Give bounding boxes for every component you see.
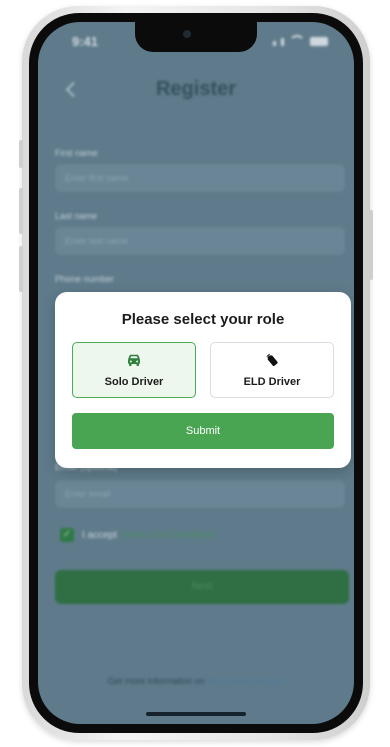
signal-icon	[273, 41, 276, 46]
signal-icon	[281, 38, 284, 46]
role-option-eld-driver[interactable]: ELD Driver	[210, 342, 334, 398]
last-name-label: Last name	[55, 211, 98, 221]
status-time: 9:41	[72, 34, 99, 49]
home-indicator[interactable]	[146, 712, 246, 716]
footer-label: Get more information on	[107, 676, 205, 686]
page-title: Register	[155, 78, 237, 100]
role-label-eld-driver: ELD Driver	[243, 376, 301, 388]
status-icons	[273, 35, 328, 46]
car-icon	[128, 354, 140, 366]
accept-text: I accept Terms and Conditions	[82, 530, 216, 541]
camera-icon	[183, 30, 191, 38]
accept-checkbox[interactable]: ✓	[60, 528, 74, 542]
role-option-solo-driver[interactable]: Solo Driver	[72, 342, 196, 398]
wifi-icon	[289, 35, 305, 46]
role-select-modal: Please select your role Solo Driver ELD …	[55, 292, 351, 468]
accept-label: I accept	[82, 530, 118, 541]
footer-link[interactable]: https://eldlogic.com	[207, 676, 284, 686]
terms-link[interactable]: Terms and Conditions	[120, 530, 217, 541]
screen: 9:41 Register First name Enter first nam…	[38, 22, 354, 724]
role-label-solo-driver: Solo Driver	[104, 376, 164, 388]
modal-title: Please select your role	[121, 311, 285, 328]
side-button-power	[369, 210, 373, 280]
first-name-label: First name	[55, 148, 98, 158]
phone-label: Phone number	[55, 274, 115, 284]
submit-button[interactable]: Submit	[72, 413, 334, 449]
notch	[135, 22, 257, 52]
email-input[interactable]: Enter email	[55, 480, 345, 508]
eld-device-icon	[266, 353, 278, 367]
next-button[interactable]: Next	[55, 570, 349, 604]
last-name-input[interactable]: Enter last name	[55, 227, 345, 255]
battery-icon	[310, 37, 328, 46]
side-button-volume-down	[19, 246, 23, 292]
first-name-input[interactable]: Enter first name	[55, 164, 345, 192]
side-button-volume-up	[19, 188, 23, 234]
footer-text: Get more information on https://eldlogic…	[38, 676, 354, 686]
side-button-mute	[19, 140, 23, 168]
